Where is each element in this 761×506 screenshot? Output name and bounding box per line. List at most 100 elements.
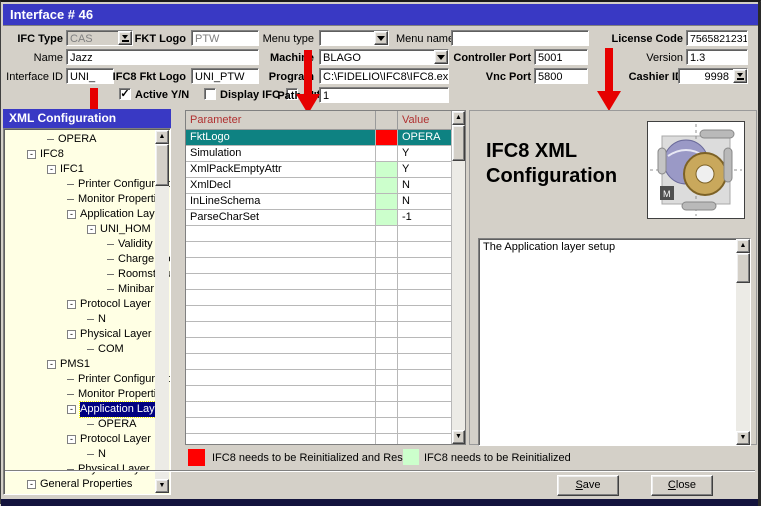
cell-value[interactable]: OPERA — [398, 130, 452, 146]
cell-value[interactable] — [398, 274, 452, 290]
description-scrollbar[interactable]: ▲ ▼ — [736, 239, 750, 445]
xml-configuration-tree[interactable]: OPERA-IFC8-IFC1Printer ConfigurationMoni… — [3, 128, 171, 495]
cell-value[interactable] — [398, 322, 452, 338]
menu-type-combo[interactable] — [319, 30, 389, 46]
table-row[interactable] — [186, 338, 465, 354]
collapse-icon[interactable]: - — [27, 480, 36, 489]
cell-parameter[interactable] — [186, 354, 376, 370]
table-row[interactable] — [186, 290, 465, 306]
table-row[interactable]: XmlDecl N — [186, 178, 465, 194]
scroll-up-icon[interactable]: ▲ — [155, 130, 169, 144]
table-row[interactable] — [186, 386, 465, 402]
cell-value[interactable]: Y — [398, 162, 452, 178]
cell-value[interactable] — [398, 242, 452, 258]
cell-parameter[interactable] — [186, 322, 376, 338]
table-row[interactable] — [186, 434, 465, 445]
cell-value[interactable] — [398, 226, 452, 242]
collapse-icon[interactable]: - — [27, 150, 36, 159]
collapse-icon[interactable]: - — [67, 435, 76, 444]
column-header-value[interactable]: Value — [398, 111, 452, 130]
column-header-parameter[interactable]: Parameter — [186, 111, 376, 130]
description-scrollbar-thumb[interactable] — [736, 253, 750, 283]
table-row[interactable] — [186, 354, 465, 370]
tree-item[interactable]: N — [4, 447, 154, 462]
collapse-icon[interactable]: - — [67, 300, 76, 309]
scroll-down-icon[interactable]: ▼ — [736, 431, 750, 445]
cell-value[interactable] — [398, 338, 452, 354]
active-checkbox[interactable]: ✓ — [119, 88, 131, 100]
cell-value[interactable] — [398, 258, 452, 274]
cell-parameter[interactable] — [186, 306, 376, 322]
tree-item[interactable]: -IFC1 — [4, 162, 154, 177]
tree-item[interactable]: Validity — [4, 237, 154, 252]
tree-scrollbar-thumb[interactable] — [155, 144, 169, 186]
cell-parameter[interactable]: XmlDecl — [186, 178, 376, 194]
tree-item[interactable]: -UNI_HOM — [4, 222, 154, 237]
cell-parameter[interactable] — [186, 402, 376, 418]
tree-item[interactable]: -Protocol Layer — [4, 297, 154, 312]
cell-parameter[interactable]: InLineSchema — [186, 194, 376, 210]
menu-type-dropdown-icon[interactable] — [374, 31, 388, 45]
menu-name-field[interactable] — [451, 30, 589, 46]
controller-port-field[interactable]: 5001 — [534, 49, 588, 65]
scroll-down-icon[interactable]: ▼ — [155, 479, 169, 493]
fkt-logo-field[interactable]: PTW — [191, 30, 259, 46]
table-row[interactable]: XmlPackEmptyAttr Y — [186, 162, 465, 178]
cell-parameter[interactable] — [186, 274, 376, 290]
interface-id-field[interactable]: UNI_ — [66, 68, 114, 84]
tree-item[interactable]: Roomstatus — [4, 267, 154, 282]
cell-parameter[interactable] — [186, 226, 376, 242]
cell-value[interactable] — [398, 418, 452, 434]
scroll-up-icon[interactable]: ▲ — [736, 239, 750, 253]
display-ifc-checkbox[interactable] — [204, 88, 216, 100]
cell-parameter[interactable]: FktLogo — [186, 130, 376, 146]
cell-value[interactable] — [398, 370, 452, 386]
collapse-icon[interactable]: - — [67, 405, 76, 414]
tree-item[interactable]: Minibar — [4, 282, 154, 297]
cell-value[interactable]: N — [398, 194, 452, 210]
tree-item[interactable]: COM — [4, 342, 154, 357]
cell-parameter[interactable] — [186, 258, 376, 274]
scroll-up-icon[interactable]: ▲ — [452, 111, 465, 125]
description-textarea[interactable]: The Application layer setup ▲ ▼ — [478, 238, 751, 446]
table-row[interactable]: SimulationY — [186, 146, 465, 162]
license-code-field[interactable]: 7565821231 — [686, 30, 748, 46]
tree-item[interactable]: OPERA — [4, 417, 154, 432]
table-row[interactable] — [186, 418, 465, 434]
cell-value[interactable]: -1 — [398, 210, 452, 226]
ifc8-fkt-logo-field[interactable]: UNI_PTW — [191, 68, 259, 84]
machine-combo[interactable]: BLAGO — [319, 49, 449, 65]
table-scrollbar-thumb[interactable] — [452, 125, 465, 161]
table-row[interactable] — [186, 402, 465, 418]
table-row[interactable]: FktLogo OPERA — [186, 130, 465, 146]
cell-parameter[interactable]: ParseCharSet — [186, 210, 376, 226]
table-row[interactable]: ParseCharSet -1 — [186, 210, 465, 226]
tree-item[interactable]: N — [4, 312, 154, 327]
collapse-icon[interactable]: - — [47, 360, 56, 369]
collapse-icon[interactable]: - — [87, 225, 96, 234]
tree-item[interactable]: Monitor Properties — [4, 387, 154, 402]
cell-value[interactable] — [398, 402, 452, 418]
collapse-icon[interactable]: - — [67, 210, 76, 219]
tree-item[interactable]: -General Properties — [4, 477, 154, 492]
cell-parameter[interactable] — [186, 370, 376, 386]
cell-value[interactable] — [398, 386, 452, 402]
window-title-bar[interactable]: Interface # 46 — [3, 4, 758, 26]
table-row[interactable] — [186, 322, 465, 338]
cashier-id-field[interactable]: 9998 — [678, 68, 748, 84]
table-row[interactable] — [186, 226, 465, 242]
cell-parameter[interactable] — [186, 386, 376, 402]
tree-item[interactable]: -Application Layer — [4, 402, 154, 417]
vnc-port-field[interactable]: 5800 — [534, 68, 588, 84]
tree-item[interactable]: -Physical Layer — [4, 327, 154, 342]
table-row[interactable] — [186, 274, 465, 290]
save-button[interactable]: Save — [557, 475, 619, 496]
path-id-field[interactable]: 1 — [319, 87, 449, 103]
tree-item[interactable]: Printer Configuration — [4, 177, 154, 192]
tree-item[interactable]: OPERA — [4, 132, 154, 147]
cell-value[interactable] — [398, 290, 452, 306]
cell-parameter[interactable] — [186, 418, 376, 434]
cell-value[interactable]: N — [398, 178, 452, 194]
cell-value[interactable] — [398, 434, 452, 445]
cell-parameter[interactable]: XmlPackEmptyAttr — [186, 162, 376, 178]
